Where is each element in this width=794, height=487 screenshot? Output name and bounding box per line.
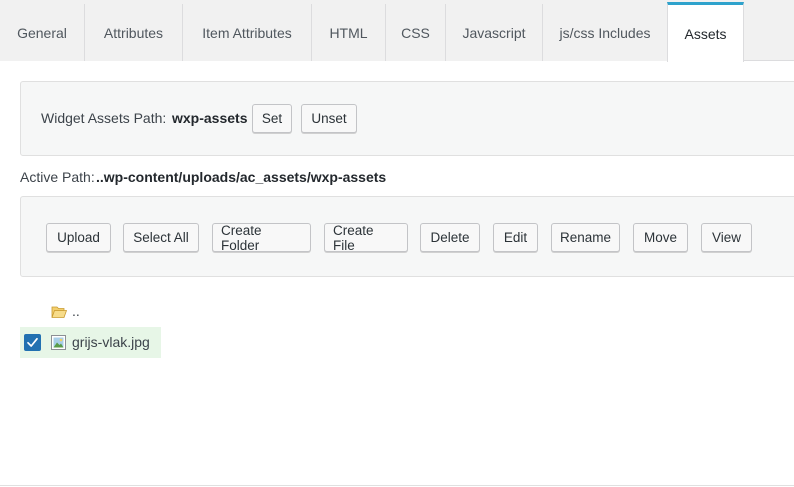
create-folder-button[interactable]: Create Folder [212, 223, 311, 253]
file-toolbar-panel: Upload Select All Create Folder Create F… [20, 196, 794, 277]
tab-general[interactable]: General [0, 4, 85, 61]
tab-javascript[interactable]: Javascript [446, 4, 543, 61]
move-button[interactable]: Move [633, 223, 688, 252]
tab-bar: General Attributes Item Attributes HTML … [0, 0, 794, 62]
tab-label: HTML [329, 24, 368, 41]
tab-label: General [17, 24, 67, 41]
set-button[interactable]: Set [252, 104, 292, 133]
assets-path-value: wxp-assets [172, 110, 248, 126]
tab-assets[interactable]: Assets [667, 2, 744, 62]
tab-label: js/css Includes [559, 24, 651, 41]
image-file-icon [51, 335, 66, 350]
tab-item-attributes[interactable]: Item Attributes [183, 4, 312, 61]
checkmark-icon [26, 336, 39, 349]
file-name: .. [72, 303, 80, 319]
file-checkbox[interactable] [24, 334, 41, 351]
file-name: grijs-vlak.jpg [72, 334, 150, 350]
tab-label: CSS [401, 24, 430, 41]
tab-css[interactable]: CSS [386, 4, 446, 61]
folder-open-icon [51, 305, 68, 319]
list-item-file[interactable]: grijs-vlak.jpg [20, 327, 161, 358]
tab-attributes[interactable]: Attributes [85, 4, 183, 61]
assets-path-label: Widget Assets Path: [41, 110, 167, 126]
tab-label: Item Attributes [202, 24, 292, 41]
active-path-value: ..wp-content/uploads/ac_assets/wxp-asset… [96, 169, 387, 185]
active-path-label: Active Path: [20, 169, 95, 185]
select-all-button[interactable]: Select All [123, 223, 199, 252]
bottom-divider [0, 485, 794, 486]
edit-button[interactable]: Edit [493, 223, 538, 252]
upload-button[interactable]: Upload [46, 223, 111, 252]
tab-label: Attributes [103, 24, 164, 41]
delete-button[interactable]: Delete [420, 223, 480, 252]
create-file-button[interactable]: Create File [324, 223, 408, 253]
view-button[interactable]: View [701, 223, 752, 252]
unset-button[interactable]: Unset [301, 104, 357, 133]
tab-html[interactable]: HTML [312, 4, 386, 61]
tab-label: Assets [684, 25, 727, 42]
list-item-parent-folder[interactable]: .. [48, 303, 108, 323]
assets-path-panel: Widget Assets Path: wxp-assets Set Unset [20, 81, 794, 156]
tab-label: Javascript [462, 24, 526, 41]
rename-button[interactable]: Rename [551, 223, 620, 252]
tab-js-css-includes[interactable]: js/css Includes [543, 4, 668, 61]
